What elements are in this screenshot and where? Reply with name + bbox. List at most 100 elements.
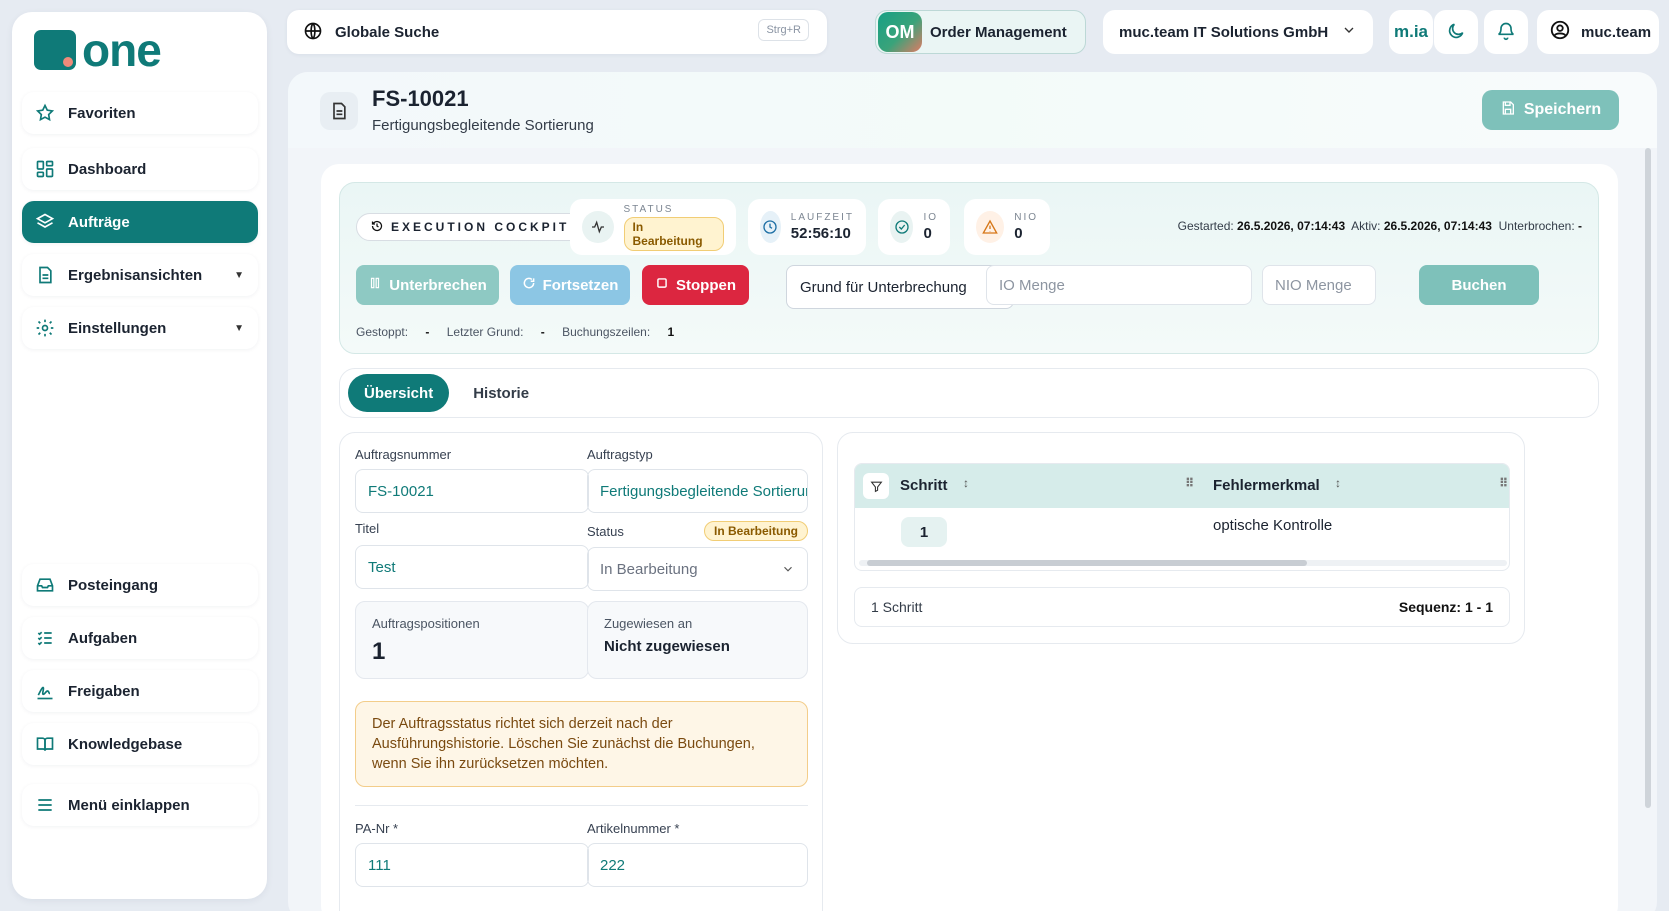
title-field[interactable]: Test <box>355 545 589 589</box>
nio-value: 0 <box>1014 225 1023 242</box>
nav-inbox[interactable]: Posteingang <box>22 564 258 606</box>
active-value: 26.5.2026, 07:14:43 <box>1383 219 1492 233</box>
interrupt-reason-select[interactable]: Grund für Unterbrechung <box>786 265 1014 309</box>
column-drag-handle-icon[interactable]: ⠿ <box>1185 476 1194 490</box>
refresh-icon <box>522 276 543 294</box>
app-switcher[interactable]: OM Order Management <box>875 10 1086 54</box>
nav-results[interactable]: Ergebnisansichten ▼ <box>22 254 258 296</box>
collapse-menu-label: Menü einklappen <box>68 796 190 814</box>
stop-button[interactable]: Stoppen <box>642 265 749 305</box>
column-header-defect[interactable]: Fehlermerkmal <box>1213 477 1320 494</box>
signature-icon <box>34 680 56 702</box>
user-menu[interactable]: muc.team <box>1537 10 1659 54</box>
moon-icon <box>1446 21 1466 44</box>
save-button[interactable]: Speichern <box>1482 90 1619 130</box>
logo-mark-icon <box>34 30 76 70</box>
last-reason-label: Letzter Grund: <box>446 325 524 339</box>
column-drag-handle-icon[interactable]: ⠿ <box>1499 476 1508 490</box>
article-number-field[interactable]: 222 <box>587 843 808 887</box>
vertical-scrollbar[interactable] <box>1645 148 1651 808</box>
io-label: IO <box>923 212 938 223</box>
task-list-icon <box>34 627 56 649</box>
resume-button[interactable]: Fortsetzen <box>510 265 630 305</box>
cockpit-label: EXECUTION COCKPIT <box>391 220 570 234</box>
runtime-stat: LAUFZEIT 52:56:10 <box>748 199 866 255</box>
theme-toggle-button[interactable] <box>1434 10 1478 54</box>
interrupt-button[interactable]: Unterbrechen <box>356 265 499 305</box>
nav-approvals[interactable]: Freigaben <box>22 670 258 712</box>
content-card: EXECUTION COCKPIT STATUS In Bearbeitung … <box>321 164 1618 911</box>
company-select[interactable]: muc.team IT Solutions GmbH <box>1103 10 1373 54</box>
nav-results-label: Ergebnisansichten <box>68 266 203 284</box>
sort-icon[interactable]: ↕ <box>963 476 969 490</box>
started-value: 26.5.2026, 07:14:43 <box>1237 219 1346 233</box>
menu-icon <box>34 794 56 816</box>
io-quantity-input[interactable]: IO Menge <box>986 265 1252 305</box>
globe-icon <box>303 21 323 44</box>
nav-tasks[interactable]: Aufgaben <box>22 617 258 659</box>
global-search[interactable]: Globale Suche Strg+R <box>287 10 827 54</box>
pa-number-label: PA-Nr * <box>355 821 399 836</box>
chevron-down-icon <box>781 562 795 580</box>
company-name: muc.team IT Solutions GmbH <box>1119 23 1329 41</box>
stop-label: Stoppen <box>676 276 736 294</box>
save-label: Speichern <box>1523 101 1602 118</box>
steps-grid-header: Schritt ↕ ⠿ Fehlermerkmal ↕ ⠿ <box>855 464 1509 508</box>
notifications-button[interactable] <box>1484 10 1528 54</box>
filter-icon[interactable] <box>863 473 889 499</box>
status-select[interactable]: In Bearbeitung <box>587 547 808 591</box>
nav-dashboard-label: Dashboard <box>68 160 147 178</box>
interrupt-label: Unterbrechen <box>389 276 487 294</box>
collapse-menu-button[interactable]: Menü einklappen <box>22 784 258 826</box>
book-button[interactable]: Buchen <box>1419 265 1539 305</box>
status-stat: STATUS In Bearbeitung <box>570 199 736 255</box>
column-header-step[interactable]: Schritt <box>900 477 948 494</box>
mia-label: m.ia <box>1393 22 1429 41</box>
order-number-field[interactable]: FS-10021 <box>355 469 589 513</box>
order-form: Auftragsnummer FS-10021 Auftragstyp Fert… <box>339 432 823 911</box>
pause-icon <box>368 276 389 294</box>
positions-value: 1 <box>372 638 386 665</box>
order-type-label: Auftragstyp <box>587 447 653 462</box>
nav-approvals-label: Freigaben <box>68 682 140 700</box>
nav-dashboard[interactable]: Dashboard <box>22 148 258 190</box>
steps-grid: Schritt ↕ ⠿ Fehlermerkmal ↕ ⠿ 1 optische… <box>854 463 1510 571</box>
booking-lines-value: 1 <box>667 325 675 339</box>
order-type-field[interactable]: Fertigungsbegleitende Sortierung <box>587 469 808 513</box>
positions-box: Auftragspositionen 1 <box>355 601 589 679</box>
nav-favorites[interactable]: Favoriten <box>22 92 258 134</box>
sidebar: one Favoriten Dashboard Aufträge Ergebni… <box>12 12 267 899</box>
app-logo[interactable]: one <box>34 27 162 73</box>
nav-settings[interactable]: Einstellungen ▼ <box>22 307 258 349</box>
cockpit-meta: Gestoppt: - Letzter Grund: - Buchungszei… <box>356 325 688 339</box>
status-select-value: In Bearbeitung <box>600 560 698 578</box>
save-icon <box>1500 100 1524 121</box>
gear-icon <box>34 317 56 339</box>
tab-overview[interactable]: Übersicht <box>348 374 450 412</box>
nav-favorites-label: Favoriten <box>68 104 136 122</box>
article-number-label: Artikelnummer * <box>587 821 680 836</box>
horizontal-scrollbar[interactable] <box>859 560 1507 566</box>
booking-lines-label: Buchungszeilen: <box>562 325 651 339</box>
nio-stat: NIO 0 <box>964 199 1050 255</box>
tab-history[interactable]: Historie <box>457 374 545 412</box>
mia-button[interactable]: m.ia <box>1389 10 1433 54</box>
sequence-range: Sequenz: 1 - 1 <box>1398 599 1493 615</box>
search-shortcut: Strg+R <box>758 19 809 41</box>
scrollbar-thumb[interactable] <box>867 560 1307 566</box>
nio-quantity-input[interactable]: NIO Menge <box>1262 265 1376 305</box>
main-panel: FS-10021 Fertigungsbegleitende Sortierun… <box>288 72 1657 911</box>
sort-icon[interactable]: ↕ <box>1335 476 1341 490</box>
runtime-label: LAUFZEIT <box>790 212 854 223</box>
pa-number-field[interactable]: 111 <box>355 843 589 887</box>
nav-tasks-label: Aufgaben <box>68 629 138 647</box>
nav-knowledgebase-label: Knowledgebase <box>68 735 183 753</box>
defect-cell: optische Kontrolle <box>1213 517 1333 534</box>
nav-orders[interactable]: Aufträge <box>22 201 258 243</box>
table-row[interactable]: 1 optische Kontrolle <box>855 508 1509 558</box>
title-label: Titel <box>355 521 380 536</box>
nav-knowledgebase[interactable]: Knowledgebase <box>22 723 258 765</box>
interrupt-reason-text: Grund für Unterbrechung <box>800 278 967 296</box>
started-label: Gestarted: <box>1177 219 1234 233</box>
status-notice: Der Auftragsstatus richtet sich derzeit … <box>355 701 808 787</box>
